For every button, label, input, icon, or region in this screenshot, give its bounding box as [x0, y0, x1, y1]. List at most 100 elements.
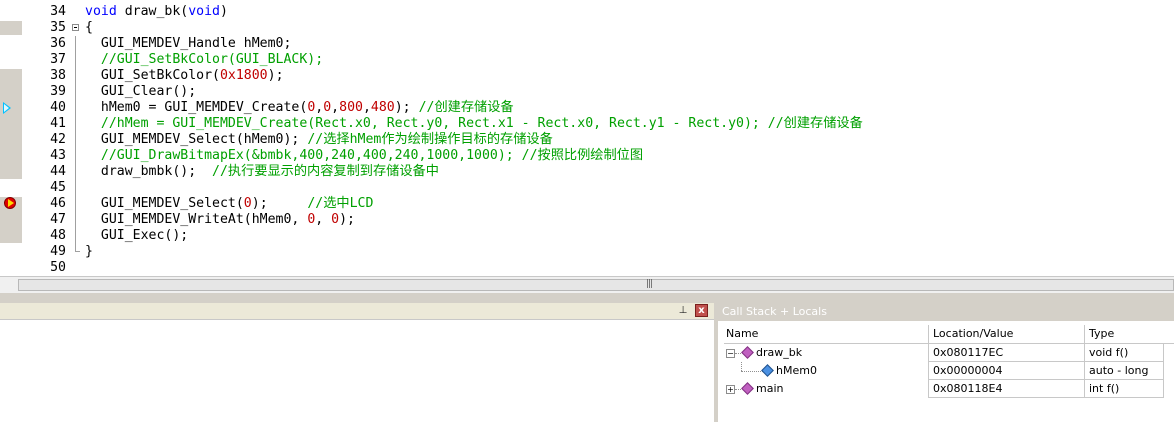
code-token: GUI_MEMDEV_Select(hMem0);	[85, 132, 308, 147]
code-text: //GUI_SetBkColor(GUI_BLACK);	[85, 52, 323, 68]
row-name: draw_bk	[756, 346, 803, 359]
code-text: GUI_MEMDEV_Select(hMem0); //选择hMem作为绘制操作…	[85, 132, 553, 148]
column-header-location[interactable]: Location/Value	[928, 325, 1084, 343]
row-name: main	[756, 382, 784, 395]
row-name: hMem0	[776, 364, 817, 377]
code-token: ,	[362, 100, 371, 115]
line-number: 44	[50, 164, 66, 179]
output-panel-header: ⊥ x	[0, 303, 714, 320]
line-number: 43	[50, 148, 66, 163]
code-line-36[interactable]: 36 GUI_MEMDEV_Handle hMem0;	[0, 36, 1174, 52]
code-token: GUI_MEMDEV_WriteAt(hMem0,	[85, 212, 308, 227]
code-line-34[interactable]: 34 void draw_bk(void)	[0, 4, 1174, 20]
code-line-50[interactable]: 50	[0, 260, 1174, 276]
code-token: //GUI_SetBkColor(GUI_BLACK);	[85, 52, 324, 67]
code-text: GUI_Clear();	[85, 84, 196, 100]
code-token: }	[85, 244, 93, 259]
fold-line	[75, 52, 76, 68]
output-panel[interactable]: ⊥ x	[0, 303, 714, 422]
line-number: 45	[50, 180, 66, 195]
code-text: GUI_MEMDEV_Select(0); //选中LCD	[85, 196, 374, 212]
code-line-35[interactable]: 35 {	[0, 20, 1174, 36]
fold-line	[75, 180, 76, 196]
code-token: );	[339, 212, 355, 227]
code-token: {	[85, 20, 93, 35]
fold-line	[75, 228, 76, 244]
code-text: draw_bmbk(); //执行要显示的内容复制到存储设备中	[85, 164, 439, 180]
fold-line	[75, 148, 76, 164]
fold-line	[75, 164, 76, 180]
callstack-row[interactable]: − draw_bk 0x080117EC void f()	[724, 344, 1174, 362]
line-number: 39	[50, 84, 66, 99]
row-type: void f()	[1084, 344, 1164, 362]
code-line-41[interactable]: 41 //hMem = GUI_MEMDEV_Create(Rect.x0, R…	[0, 116, 1174, 132]
fold-line	[75, 132, 76, 148]
row-location-value[interactable]: 0x00000004	[928, 362, 1084, 380]
line-number: 46	[50, 196, 66, 211]
expand-icon[interactable]: +	[726, 385, 735, 394]
row-location-value[interactable]: 0x080117EC	[928, 344, 1084, 362]
code-line-38[interactable]: 38 GUI_SetBkColor(0x1800);	[0, 68, 1174, 84]
code-token: void	[188, 4, 220, 19]
code-token: GUI_MEMDEV_Select(	[85, 196, 244, 211]
tree-connector	[741, 362, 742, 371]
code-token: );	[267, 68, 284, 83]
line-number: 48	[50, 228, 66, 243]
code-token: )	[220, 4, 228, 19]
code-line-49[interactable]: 49}	[0, 244, 1174, 260]
code-text: GUI_MEMDEV_WriteAt(hMem0, 0, 0);	[85, 212, 355, 228]
line-number: 49	[50, 244, 66, 259]
code-token: 0	[331, 212, 340, 227]
tree-connector	[735, 353, 741, 355]
code-token: 800	[339, 100, 363, 115]
code-line-39[interactable]: 39 GUI_Clear();	[0, 84, 1174, 100]
pane-splitter[interactable]	[0, 293, 1174, 303]
fold-end-marker	[75, 244, 80, 252]
code-token: //hMem = GUI_MEMDEV_Create(Rect.x0, Rect…	[85, 116, 863, 131]
column-header-name[interactable]: Name	[724, 325, 928, 343]
code-token: draw_bk(	[116, 4, 189, 19]
close-panel-button[interactable]: x	[695, 304, 708, 317]
scrollbar-grip-icon: |||	[646, 279, 653, 289]
column-header-type[interactable]: Type	[1084, 325, 1164, 343]
code-line-47[interactable]: 47 GUI_MEMDEV_WriteAt(hMem0, 0, 0);	[0, 212, 1174, 228]
code-text: GUI_Exec();	[85, 228, 188, 244]
row-type: int f()	[1084, 380, 1164, 398]
code-token: GUI_MEMDEV_Handle hMem0;	[85, 36, 292, 51]
code-text: hMem0 = GUI_MEMDEV_Create(0,0,800,480); …	[85, 100, 514, 116]
line-number: 34	[50, 4, 66, 19]
scroll-left-arrow-icon[interactable]	[2, 279, 16, 291]
fold-line	[75, 84, 76, 100]
collapse-icon[interactable]: −	[726, 349, 735, 358]
pin-icon[interactable]: ⊥	[677, 305, 689, 317]
row-location-value[interactable]: 0x080118E4	[928, 380, 1084, 398]
code-lines[interactable]: 34 void draw_bk(void) 35 {36 GUI_MEMDEV_Han…	[0, 4, 1174, 276]
code-line-40[interactable]: 40 hMem0 = GUI_MEMDEV_Create(0,0,800,480…	[0, 100, 1174, 116]
code-text: //hMem = GUI_MEMDEV_Create(Rect.x0, Rect…	[85, 116, 863, 132]
editor-horizontal-scrollbar[interactable]: |||	[0, 276, 1174, 293]
code-line-46[interactable]: 46 GUI_MEMDEV_Select(0); //选中LCD	[0, 196, 1174, 212]
row-name-cell: − draw_bk	[724, 344, 928, 362]
line-number: 35	[50, 20, 66, 35]
tree-connector	[741, 371, 763, 373]
code-editor[interactable]: 34 void draw_bk(void) 35 {36 GUI_MEMDEV_Han…	[0, 0, 1174, 276]
code-text: GUI_SetBkColor(0x1800);	[85, 68, 284, 84]
row-name-cell: + main	[724, 380, 928, 398]
callstack-row[interactable]: hMem0 0x00000004 auto - long	[724, 362, 1174, 380]
code-line-48[interactable]: 48 GUI_Exec();	[0, 228, 1174, 244]
line-number: 47	[50, 212, 66, 227]
code-text: GUI_MEMDEV_Handle hMem0;	[85, 36, 292, 52]
code-line-42[interactable]: 42 GUI_MEMDEV_Select(hMem0); //选择hMem作为绘…	[0, 132, 1174, 148]
fold-line	[75, 196, 76, 212]
line-number: 40	[50, 100, 66, 115]
code-line-43[interactable]: 43 //GUI_DrawBitmapEx(&bmbk,400,240,400,…	[0, 148, 1174, 164]
code-token: //执行要显示的内容复制到存储设备中	[212, 164, 439, 179]
code-line-45[interactable]: 45	[0, 180, 1174, 196]
code-line-37[interactable]: 37 //GUI_SetBkColor(GUI_BLACK);	[0, 52, 1174, 68]
callstack-row[interactable]: + main 0x080118E4 int f()	[724, 380, 1174, 398]
code-line-44[interactable]: 44 draw_bmbk(); //执行要显示的内容复制到存储设备中	[0, 164, 1174, 180]
fold-collapse-icon[interactable]	[72, 24, 79, 31]
row-type: auto - long	[1084, 362, 1164, 380]
scrollbar-thumb[interactable]	[18, 279, 1174, 291]
code-text: {	[85, 20, 93, 36]
